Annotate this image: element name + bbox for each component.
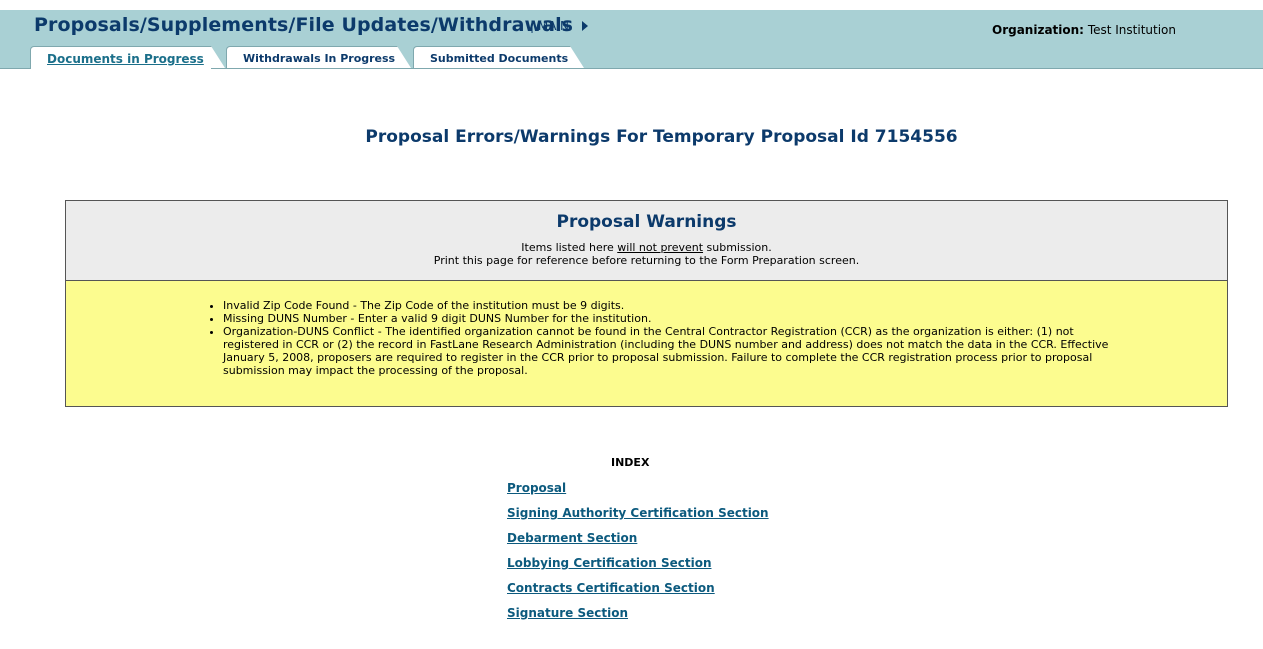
warnings-heading: Proposal Warnings <box>556 212 737 232</box>
warnings-panel: Proposal Warnings Items listed here will… <box>65 200 1228 407</box>
warnings-note-emphasis: will not prevent <box>617 241 704 254</box>
organization-value: Test Institution <box>1087 23 1176 37</box>
warning-item: Organization-DUNS Conflict - The identif… <box>223 325 1123 377</box>
index-link-proposal[interactable]: Proposal <box>507 481 566 495</box>
warnings-note-after: submission. <box>703 241 772 254</box>
tab-label: Submitted Documents <box>430 52 569 65</box>
tab-label: Documents in Progress <box>47 52 204 66</box>
organization-label: Organization: <box>992 23 1084 37</box>
index-link-contracts[interactable]: Contracts Certification Section <box>507 581 715 595</box>
warnings-header: Proposal Warnings Items listed here will… <box>66 201 1227 281</box>
index-title: INDEX <box>611 456 650 469</box>
warnings-list: Invalid Zip Code Found - The Zip Code of… <box>206 299 1123 377</box>
warning-item: Missing DUNS Number - Enter a valid 9 di… <box>223 312 1123 325</box>
index-link-signature[interactable]: Signature Section <box>507 606 628 620</box>
tab-withdrawals-in-progress[interactable]: Withdrawals In Progress <box>226 46 411 68</box>
index-link-debarment[interactable]: Debarment Section <box>507 531 637 545</box>
warnings-print-note: Print this page for reference before ret… <box>433 254 860 267</box>
top-header: Proposals/Supplements/File Updates/Withd… <box>0 10 1263 69</box>
warning-item: Invalid Zip Code Found - The Zip Code of… <box>223 299 1123 312</box>
warnings-list-area: Invalid Zip Code Found - The Zip Code of… <box>66 281 1227 406</box>
app-title: Proposals/Supplements/File Updates/Withd… <box>34 14 574 36</box>
page-title: Proposal Errors/Warnings For Temporary P… <box>365 127 958 147</box>
warnings-note: Items listed here will not prevent submi… <box>66 241 1227 254</box>
warnings-note-before: Items listed here <box>521 241 618 254</box>
main-link[interactable]: | MAIN <box>530 19 569 33</box>
tab-documents-in-progress[interactable]: Documents in Progress <box>30 46 225 69</box>
index-link-signing-authority[interactable]: Signing Authority Certification Section <box>507 506 769 520</box>
tab-submitted-documents[interactable]: Submitted Documents <box>413 46 584 68</box>
index-link-lobbying[interactable]: Lobbying Certification Section <box>507 556 711 570</box>
triangle-right-icon[interactable] <box>582 21 588 31</box>
organization-info: Organization: Test Institution <box>992 23 1176 37</box>
tab-label: Withdrawals In Progress <box>243 52 396 65</box>
